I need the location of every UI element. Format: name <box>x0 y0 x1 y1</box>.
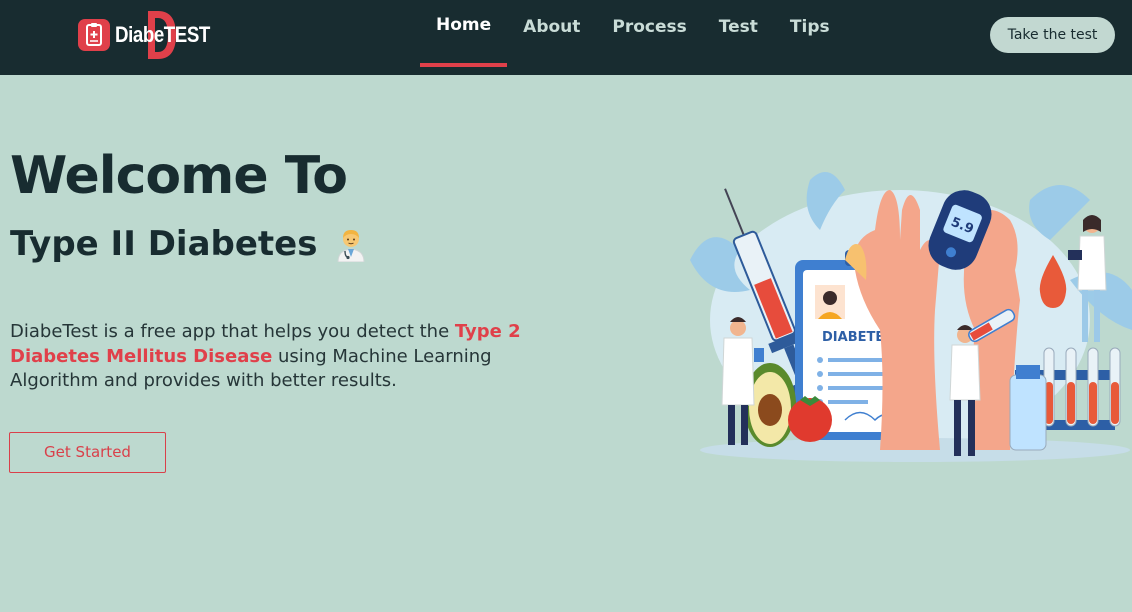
nav-item-label: About <box>523 17 581 37</box>
take-the-test-button[interactable]: Take the test <box>990 17 1115 53</box>
nav-item-home[interactable]: Home <box>420 0 508 75</box>
brand-name: DiabeTEST <box>115 22 210 48</box>
get-started-button[interactable]: Get Started <box>9 432 166 473</box>
active-nav-indicator <box>420 63 508 67</box>
nav-item-tips[interactable]: Tips <box>774 0 846 75</box>
brand-name-part1: Diabe <box>115 22 164 47</box>
brand-logo[interactable]: DiabeTEST <box>78 10 218 62</box>
main-nav: Home About Process Test Tips <box>420 0 846 75</box>
hero-subtitle-text: Type II Diabetes <box>10 224 318 264</box>
nav-item-label: Test <box>718 17 758 37</box>
nav-item-label: Home <box>436 15 492 35</box>
hero-title: Welcome To <box>10 146 348 206</box>
hero-description-part1: DiabeTest is a free app that helps you d… <box>10 321 455 342</box>
nav-item-label: Process <box>612 17 687 37</box>
hero-subtitle: Type II Diabetes <box>10 224 367 264</box>
navbar: DiabeTEST Home About Process Test Tips T… <box>0 0 1132 75</box>
hero-illustration: DIABETES 5.9 <box>690 172 1132 462</box>
nav-item-process[interactable]: Process <box>596 0 702 75</box>
nav-item-label: Tips <box>789 17 830 37</box>
medical-clipboard-icon <box>78 19 110 51</box>
brand-name-part2: TEST <box>163 22 211 47</box>
doctor-emoji-icon <box>337 230 365 262</box>
hero-description: DiabeTest is a free app that helps you d… <box>10 320 550 394</box>
nav-item-about[interactable]: About <box>507 0 596 75</box>
nav-item-test[interactable]: Test <box>703 0 774 75</box>
